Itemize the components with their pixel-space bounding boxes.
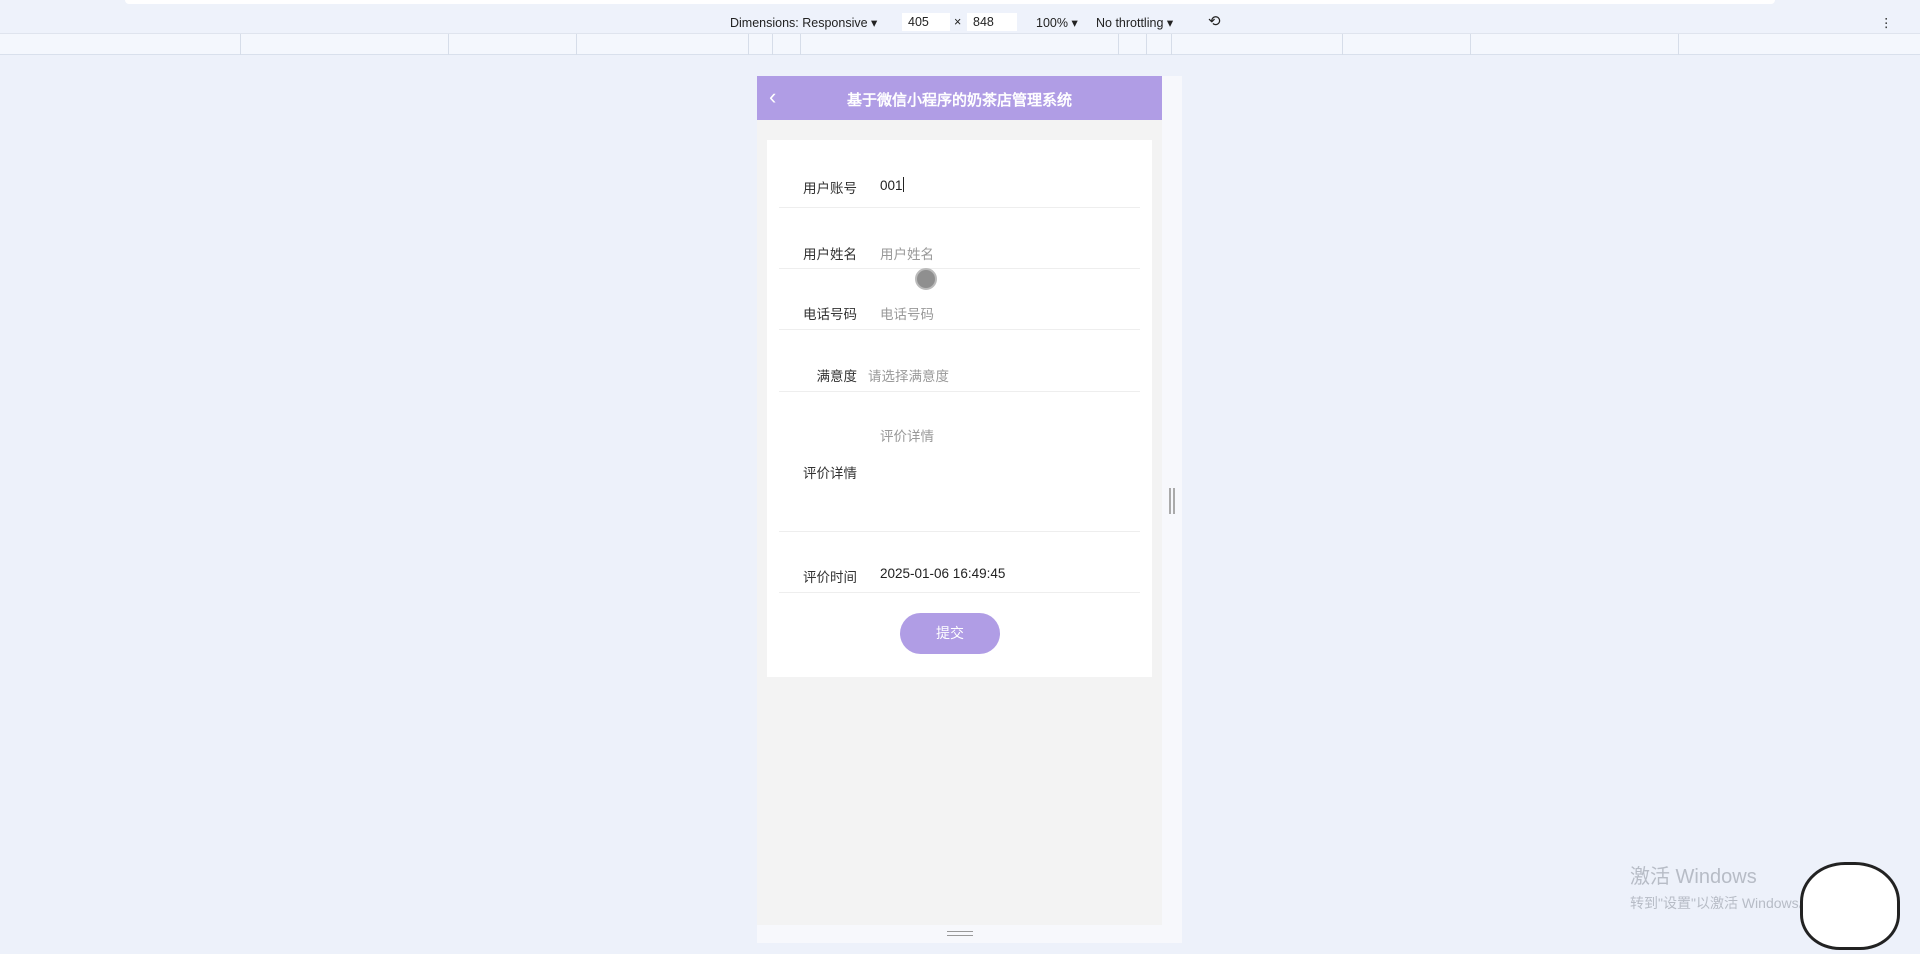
media-query-ruler bbox=[0, 34, 1920, 55]
field-account: 用户账号 001 bbox=[779, 140, 1140, 208]
field-review: 评价详情 评价详情 bbox=[779, 392, 1140, 532]
more-options-icon[interactable]: ⋮ bbox=[1880, 15, 1893, 30]
account-input[interactable]: 001 bbox=[880, 177, 904, 193]
height-input[interactable]: 848 bbox=[967, 13, 1017, 31]
times-sign: × bbox=[954, 15, 962, 29]
watermark-line2: 转到"设置"以激活 Windows。 bbox=[1630, 895, 1813, 911]
width-input[interactable]: 405 bbox=[902, 13, 950, 31]
viewport-resize-bottom[interactable] bbox=[757, 925, 1162, 943]
time-picker[interactable]: 2025-01-06 16:49:45 bbox=[880, 566, 1005, 581]
field-satisfaction: 满意度 请选择满意度 bbox=[779, 330, 1140, 392]
field-phone: 电话号码 电话号码 bbox=[779, 269, 1140, 330]
field-label: 用户账号 bbox=[803, 181, 857, 196]
satisfaction-picker[interactable]: 请选择满意度 bbox=[868, 365, 949, 385]
throttling-dropdown[interactable]: No throttling ▾ bbox=[1096, 15, 1173, 30]
field-label: 评价详情 bbox=[803, 466, 857, 481]
field-time: 评价时间 2025-01-06 16:49:45 bbox=[779, 532, 1140, 593]
submit-button[interactable]: 提交 bbox=[900, 613, 1000, 654]
page-title: 基于微信小程序的奶茶店管理系统 bbox=[846, 91, 1072, 109]
phone-input[interactable]: 电话号码 bbox=[880, 303, 934, 323]
phone-viewport: ‹ 基于微信小程序的奶茶店管理系统 用户账号 001 用户姓名 用户姓名 电话号… bbox=[757, 76, 1162, 943]
touch-cursor bbox=[915, 268, 937, 290]
windows-activation-watermark: 激活 Windows 转到"设置"以激活 Windows。 bbox=[1630, 860, 1813, 913]
name-input[interactable]: 用户姓名 bbox=[880, 243, 934, 263]
form-card: 用户账号 001 用户姓名 用户姓名 电话号码 电话号码 满意度 请选择满意度 … bbox=[767, 140, 1152, 677]
field-label: 用户姓名 bbox=[803, 247, 857, 262]
dimensions-dropdown[interactable]: Dimensions: Responsive ▾ bbox=[730, 15, 877, 30]
browser-top bbox=[0, 0, 1920, 10]
field-name: 用户姓名 用户姓名 bbox=[779, 208, 1140, 269]
field-label: 评价时间 bbox=[803, 570, 857, 585]
mascot-widget[interactable] bbox=[1800, 862, 1900, 950]
field-label: 满意度 bbox=[816, 369, 858, 384]
resize-handle-right[interactable] bbox=[1169, 488, 1175, 514]
watermark-line1: 激活 Windows bbox=[1630, 866, 1757, 888]
field-label: 电话号码 bbox=[803, 307, 857, 322]
devtools-device-toolbar: Dimensions: Responsive ▾ 405 × 848 100% … bbox=[0, 10, 1920, 34]
nav-bar: ‹ 基于微信小程序的奶茶店管理系统 bbox=[757, 76, 1162, 120]
zoom-dropdown[interactable]: 100% ▾ bbox=[1036, 15, 1078, 30]
rotate-icon[interactable]: ⟲ bbox=[1208, 12, 1221, 30]
review-textarea[interactable]: 评价详情 bbox=[880, 425, 1130, 520]
